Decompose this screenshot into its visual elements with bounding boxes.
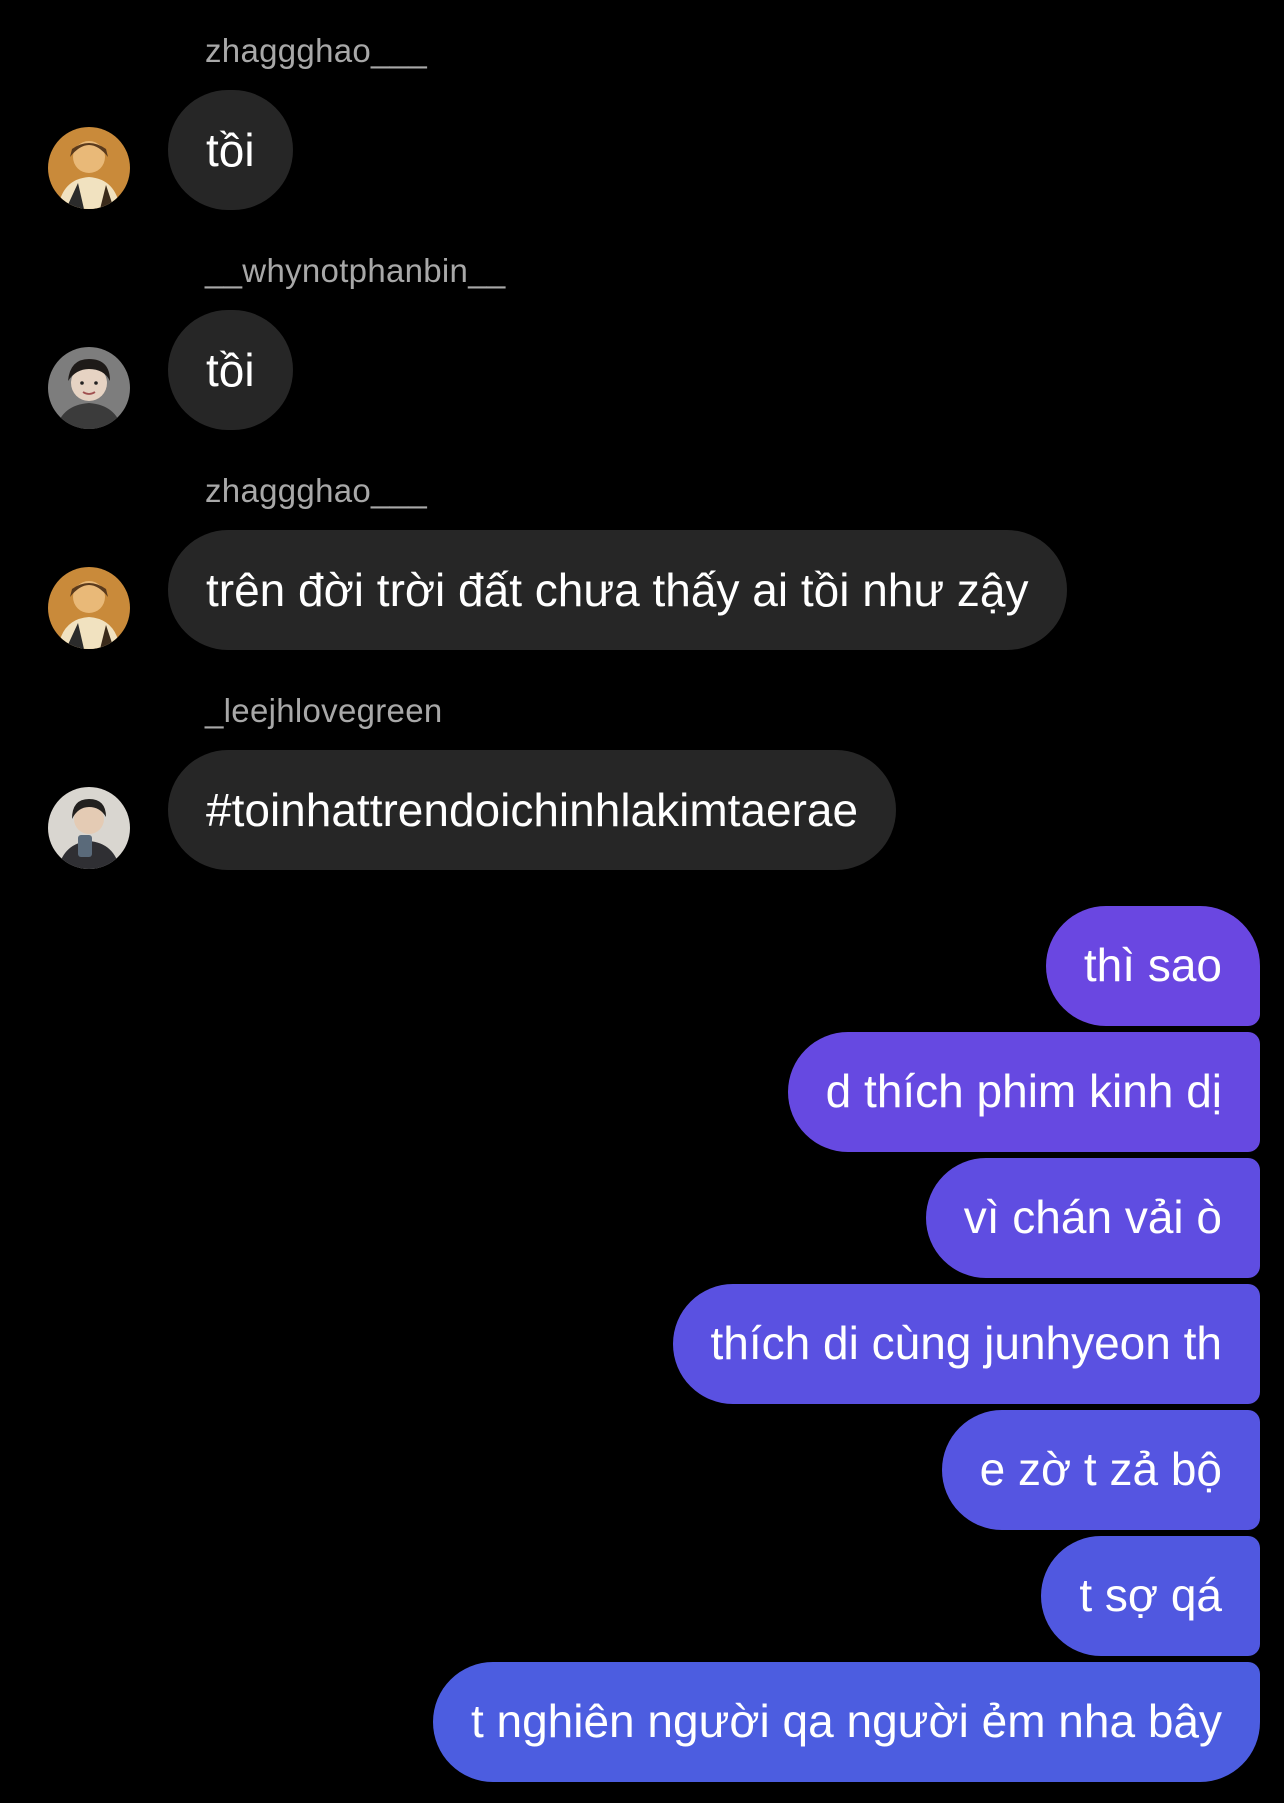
- sender-name[interactable]: _leejhlovegreen: [205, 692, 443, 730]
- message-thread[interactable]: zhaggghao___ tồi __whynotphanbin__ tồi z…: [0, 0, 1284, 1803]
- outgoing-message-bubble[interactable]: vì chán vải ò: [925, 1158, 1260, 1278]
- avatar[interactable]: [48, 787, 130, 869]
- outgoing-message-bubble[interactable]: d thích phim kinh dị: [787, 1032, 1260, 1152]
- sender-name[interactable]: __whynotphanbin__: [205, 252, 506, 290]
- message-bubble[interactable]: trên đời trời đất chưa thấy ai tồi như z…: [168, 530, 1067, 650]
- avatar[interactable]: [48, 127, 130, 209]
- outgoing-message-bubble[interactable]: thì sao: [1045, 906, 1260, 1026]
- sender-name[interactable]: zhaggghao___: [205, 472, 427, 510]
- outgoing-message-bubble[interactable]: t nghiên người qa người ẻm nha bây: [432, 1662, 1260, 1782]
- message-bubble[interactable]: #toinhattrendoichinhlakimtaerae: [168, 750, 897, 870]
- message-bubble[interactable]: tồi: [168, 90, 293, 210]
- message-bubble[interactable]: tồi: [168, 310, 293, 430]
- avatar[interactable]: [48, 347, 130, 429]
- outgoing-message-bubble[interactable]: thích di cùng junhyeon th: [672, 1284, 1260, 1404]
- outgoing-message-bubble[interactable]: t sợ qá: [1041, 1536, 1260, 1656]
- sender-name[interactable]: zhaggghao___: [205, 32, 427, 70]
- outgoing-message-bubble[interactable]: e zờ t zả bộ: [941, 1410, 1260, 1530]
- avatar[interactable]: [48, 567, 130, 649]
